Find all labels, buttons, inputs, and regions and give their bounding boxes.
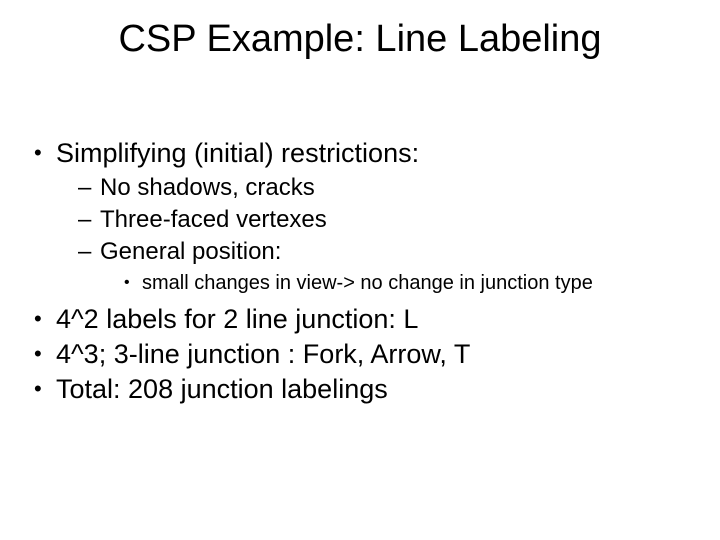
subbullet-three-faced: Three-faced vertexes [30,205,690,234]
subbullet-general-position: General position: [30,237,690,266]
bullet-4cube-labels: 4^3; 3-line junction : Fork, Arrow, T [30,338,690,371]
slide-title: CSP Example: Line Labeling [0,0,720,61]
bullet-restrictions: Simplifying (initial) restrictions: [30,137,690,170]
subsubbullet-small-changes: small changes in view-> no change in jun… [30,271,690,295]
bullet-total: Total: 208 junction labelings [30,373,690,406]
slide-body: Simplifying (initial) restrictions: No s… [30,137,690,408]
bullet-4sq-labels: 4^2 labels for 2 line junction: L [30,303,690,336]
slide: CSP Example: Line Labeling Simplifying (… [0,0,720,540]
subbullet-no-shadows: No shadows, cracks [30,173,690,202]
